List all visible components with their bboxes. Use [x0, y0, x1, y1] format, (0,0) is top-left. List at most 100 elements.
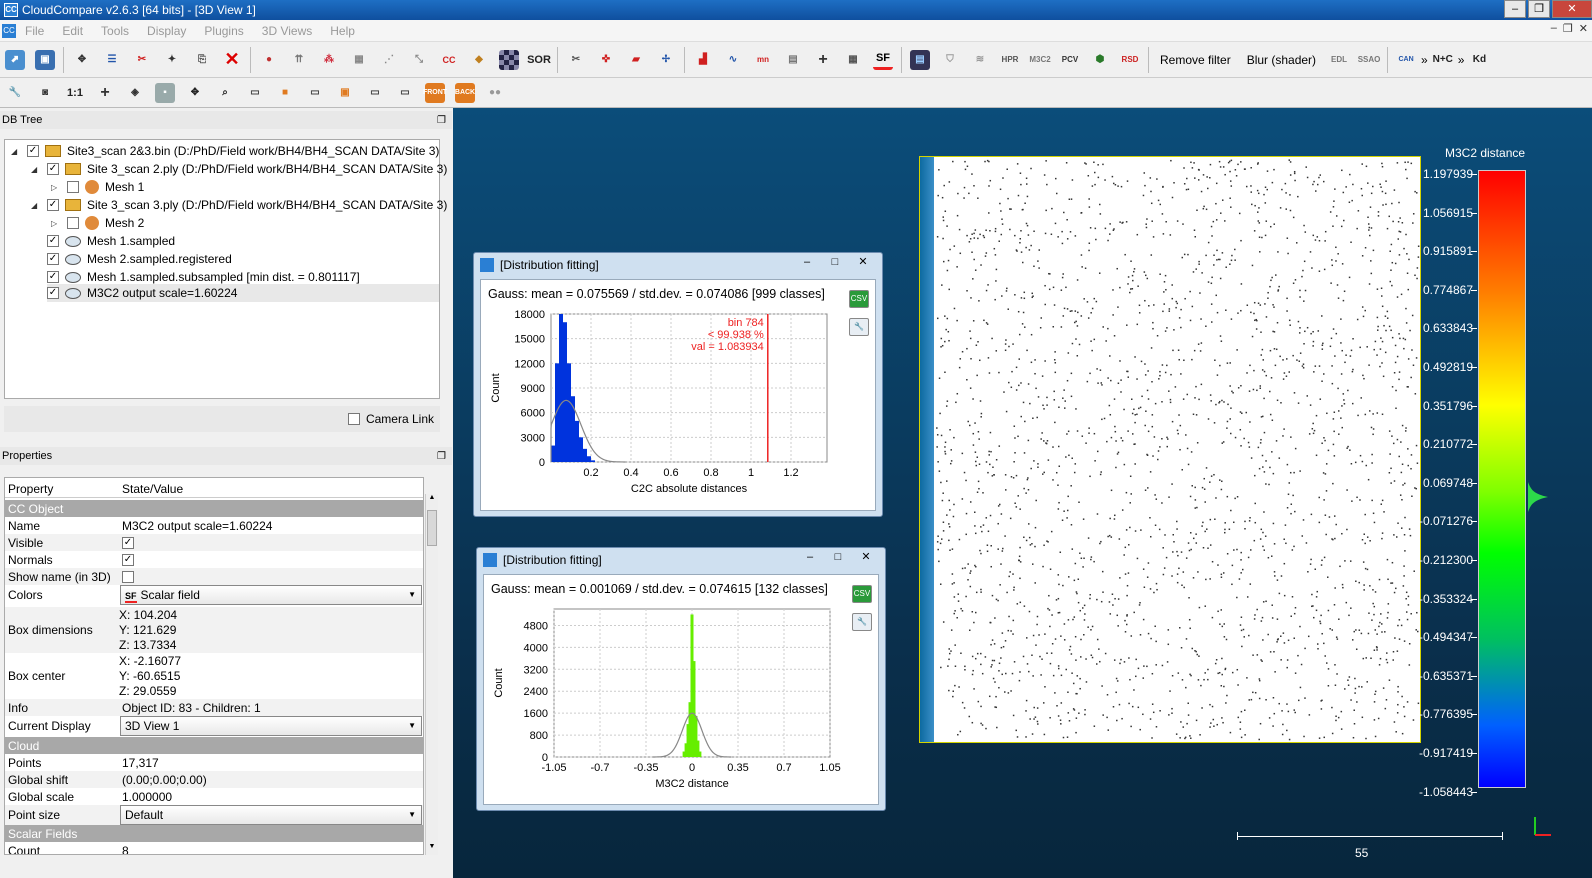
iso-front-button[interactable]: FRONT [420, 78, 450, 108]
transform-button[interactable]: ✜ [591, 45, 621, 75]
menu-tools[interactable]: Tools [92, 24, 138, 38]
menu-file[interactable]: File [16, 24, 53, 38]
collapse-arrow-icon[interactable]: ◢ [31, 165, 41, 174]
wrench-button[interactable]: 🔧 [0, 78, 30, 108]
dialog-maximize-button[interactable]: □ [825, 550, 851, 566]
rsd-button[interactable]: RSD [1115, 45, 1145, 75]
maximize-button[interactable]: ❐ [1528, 0, 1550, 18]
show-name-checkbox[interactable] [122, 570, 134, 583]
tree-item-mesh2-registered[interactable]: ✓ Mesh 2.sampled.registered [47, 250, 232, 268]
tree-item-m3c2[interactable]: ✓ M3C2 output scale=1.60224 [47, 284, 439, 302]
pivot-button[interactable]: + [90, 78, 120, 108]
canupo-button[interactable]: CAN [1391, 45, 1421, 75]
stereo-button[interactable]: ●● [480, 78, 510, 108]
close-button[interactable]: ✕ [1552, 0, 1592, 18]
cube-view-button[interactable]: ▪ [150, 78, 180, 108]
expand-arrow-icon[interactable]: ▷ [51, 183, 61, 192]
collapse-arrow-icon[interactable]: ◢ [11, 147, 21, 156]
dialog-close-button[interactable]: ✕ [850, 255, 876, 271]
move-button[interactable]: ✥ [180, 78, 210, 108]
camera-button[interactable]: ◙ [30, 78, 60, 108]
perspective-button[interactable]: ◈ [120, 78, 150, 108]
compass-button[interactable]: ✢ [651, 45, 681, 75]
gauss-button[interactable]: ∿ [718, 45, 748, 75]
tree-item-root[interactable]: ◢ ✓ Site3_scan 2&3.bin (D:/PhD/Field work/… [11, 142, 439, 160]
cc-button[interactable]: CC [434, 45, 464, 75]
scroll-down-icon[interactable]: ▼ [426, 843, 438, 855]
checkbox[interactable]: ✓ [47, 287, 59, 299]
point-size-dropdown[interactable]: Default [120, 805, 422, 825]
filter-sf-button[interactable]: ▤ [778, 45, 808, 75]
subsample-button[interactable]: ⋰ [374, 45, 404, 75]
point-cloud[interactable] [919, 156, 1421, 743]
sor-button[interactable]: SOR [524, 45, 554, 75]
more-chevron-icon[interactable]: » [1421, 53, 1428, 67]
dialog-maximize-button[interactable]: □ [822, 255, 848, 271]
poisson-button[interactable]: ⬢ [1085, 45, 1115, 75]
register-button[interactable]: ⤡ [404, 45, 434, 75]
top-view-button[interactable]: ▭ [240, 78, 270, 108]
export-csv-button[interactable]: CSV [852, 585, 872, 603]
menu-edit[interactable]: Edit [53, 24, 92, 38]
cross-section-button[interactable]: ✂ [561, 45, 591, 75]
dock-icon[interactable]: ❐ [437, 448, 446, 466]
segment-button[interactable]: ✂ [127, 45, 157, 75]
mesh-button[interactable]: ▦ [344, 45, 374, 75]
m3c2-button[interactable]: M3C2 [1025, 45, 1055, 75]
list-button[interactable]: ☰ [97, 45, 127, 75]
scroll-thumb[interactable] [427, 510, 437, 546]
prop-value[interactable]: M3C2 output scale=1.60224 [119, 519, 272, 533]
dialog-close-button[interactable]: ✕ [853, 550, 879, 566]
tools-button[interactable]: 🔧 [852, 613, 872, 631]
zoom-button[interactable]: ⌕ [210, 78, 240, 108]
visible-checkbox[interactable]: ✓ [122, 536, 134, 549]
scroll-up-icon[interactable]: ▲ [426, 494, 438, 506]
wave-button[interactable]: ≋ [965, 45, 995, 75]
histogram-button[interactable]: ▟ [688, 45, 718, 75]
camera-link-toggle[interactable]: Camera Link [347, 412, 434, 426]
delete-button[interactable]: ✕ [217, 45, 247, 75]
save-button[interactable]: ▣ [30, 45, 60, 75]
menu-help[interactable]: Help [321, 24, 364, 38]
left-view-button[interactable]: ▭ [300, 78, 330, 108]
more-chevron-icon-2[interactable]: » [1458, 53, 1465, 67]
label-button[interactable]: ◆ [464, 45, 494, 75]
mdi-restore-button[interactable]: ❐ [1563, 22, 1573, 35]
checker-button[interactable] [494, 45, 524, 75]
dock-icon[interactable]: ❐ [437, 112, 446, 130]
tree-item-mesh1-sampled[interactable]: ✓ Mesh 1.sampled [47, 232, 175, 250]
dialog-minimize-button[interactable]: – [794, 255, 820, 271]
back-view-button[interactable]: ▣ [330, 78, 360, 108]
menu-3d-views[interactable]: 3D Views [253, 24, 321, 38]
sf-button[interactable]: SF [868, 45, 898, 75]
menu-plugins[interactable]: Plugins [195, 24, 252, 38]
sample-button[interactable]: ⁂ [314, 45, 344, 75]
hpr-button[interactable]: HPR [995, 45, 1025, 75]
tree-item-scan2[interactable]: ◢ ✓ Site 3_scan 2.ply (D:/PhD/Field work/B… [31, 160, 447, 178]
plane-button[interactable]: ▰ [621, 45, 651, 75]
right-view-button[interactable]: ▭ [360, 78, 390, 108]
checkbox[interactable]: ✓ [47, 253, 59, 265]
bottom-view-button[interactable]: ▭ [390, 78, 420, 108]
minmax-button[interactable]: mn [748, 45, 778, 75]
export-csv-button[interactable]: CSV [849, 290, 869, 308]
blur-shader-button[interactable]: Blur (shader) [1239, 53, 1324, 67]
colors-dropdown[interactable]: SF Scalar field [120, 585, 422, 605]
prop-name[interactable]: Name M3C2 output scale=1.60224 [5, 517, 423, 534]
kd-button[interactable]: Kd [1464, 45, 1494, 75]
checkbox[interactable]: ✓ [47, 235, 59, 247]
calculator-button[interactable]: ▦ [838, 45, 868, 75]
iso-back-button[interactable]: BACK [450, 78, 480, 108]
checkbox[interactable]: ✓ [27, 145, 39, 157]
edl-button[interactable]: EDL [1324, 45, 1354, 75]
front-view-button[interactable]: ■ [270, 78, 300, 108]
normals-checkbox[interactable]: ✓ [122, 553, 134, 566]
add-sf-button[interactable]: + [808, 45, 838, 75]
checkbox[interactable]: ✓ [47, 271, 59, 283]
film-button[interactable]: ▤ [905, 45, 935, 75]
translate-rotate-button[interactable]: ✥ [67, 45, 97, 75]
pick-button[interactable]: ✦ [157, 45, 187, 75]
minimize-button[interactable]: – [1504, 0, 1526, 18]
normals-button[interactable]: ⇈ [284, 45, 314, 75]
checkbox[interactable] [67, 217, 79, 229]
